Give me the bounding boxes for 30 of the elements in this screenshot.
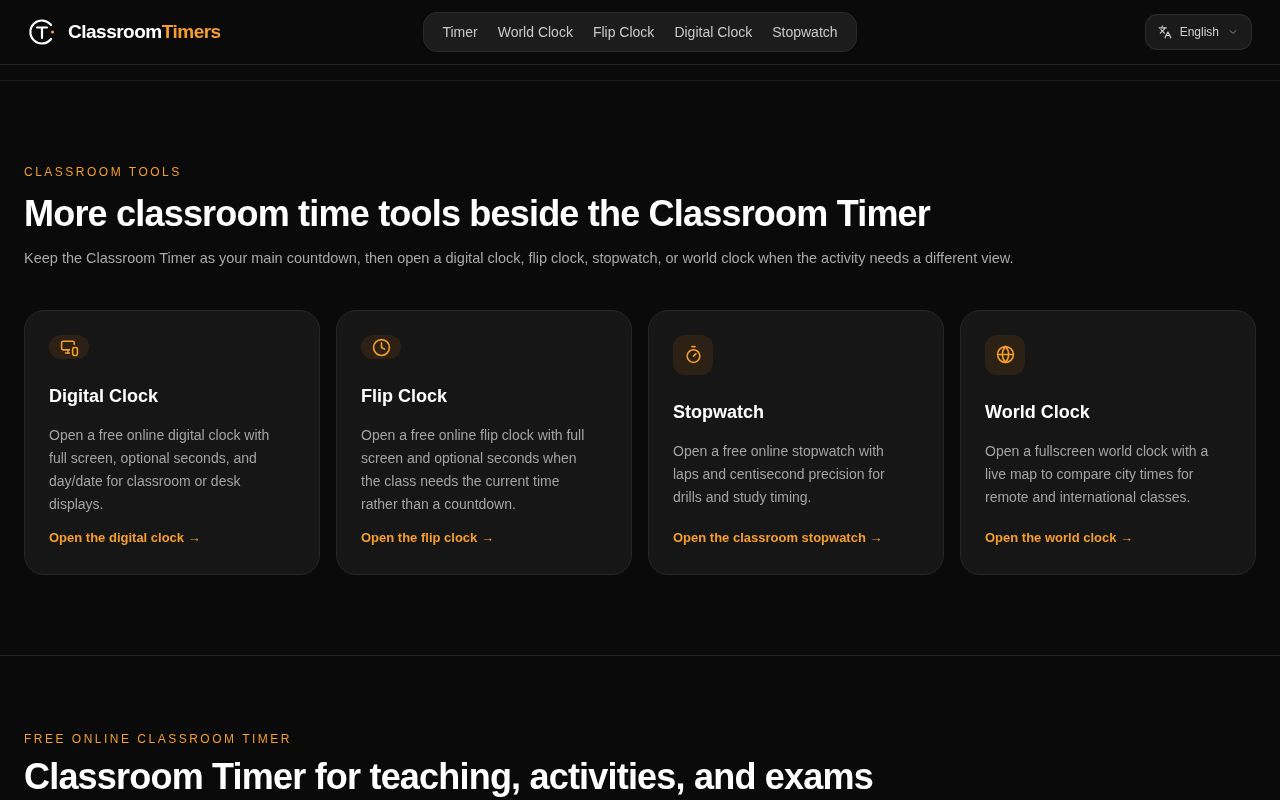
section-heading: Classroom Timer for teaching, activities, and exams [24, 757, 874, 796]
nav-link[interactable]: World Clock [487, 21, 583, 43]
section-eyebrow: FREE ONLINE CLASSROOM TIMER [24, 730, 293, 748]
translate-icon [1157, 25, 1172, 39]
nav-link[interactable]: Flip Clock [582, 21, 665, 43]
card-title: Flip Clock [361, 385, 448, 409]
card-text: Open a free online stopwatch with laps and centisecond precision for drills and study timing. [673, 441, 886, 507]
card-text: Open a free online flip clock with full screen and optional seconds when the class needs the current time rather than a countdown. [361, 426, 586, 515]
card-link[interactable]: Open the digital clock → [49, 528, 295, 548]
card-text: Open a free online digital clock with full screen, optional seconds, and day/date for classroom or desk displays. [49, 426, 271, 515]
brand-name[interactable]: ClassroomTimers [68, 17, 221, 47]
card-title: Digital Clock [49, 385, 160, 409]
card-title: Stopwatch [673, 400, 765, 424]
nav-link[interactable]: Stopwatch [762, 21, 848, 43]
nav-link[interactable]: Digital Clock [664, 21, 763, 43]
monitor-phone-icon [59, 337, 79, 357]
logo-icon [28, 18, 56, 46]
card-text: Open a fullscreen world clock with a live map to compare city times for remote and international classes. [985, 441, 1210, 507]
stopwatch-icon [683, 345, 703, 365]
card-title: World Clock [985, 400, 1091, 424]
card-link[interactable]: Open the world clock → [985, 528, 1231, 548]
globe-icon [995, 345, 1015, 365]
clock-icon [371, 337, 391, 357]
card-link[interactable]: Open the classroom stopwatch → [673, 528, 919, 548]
card-link[interactable]: Open the flip clock → [361, 528, 607, 548]
section-eyebrow: CLASSROOM TOOLS [24, 164, 183, 181]
section-heading: More classroom time tools beside the Classroom Timer [24, 192, 932, 236]
nav-link[interactable]: Timer [432, 21, 488, 43]
section-intro: Keep the Classroom Timer as your main countdown, then open a digital clock, flip clock, stopwatch, or world clock when the activity needs a different view. [24, 249, 1015, 268]
language-button[interactable]: English [1144, 14, 1252, 50]
